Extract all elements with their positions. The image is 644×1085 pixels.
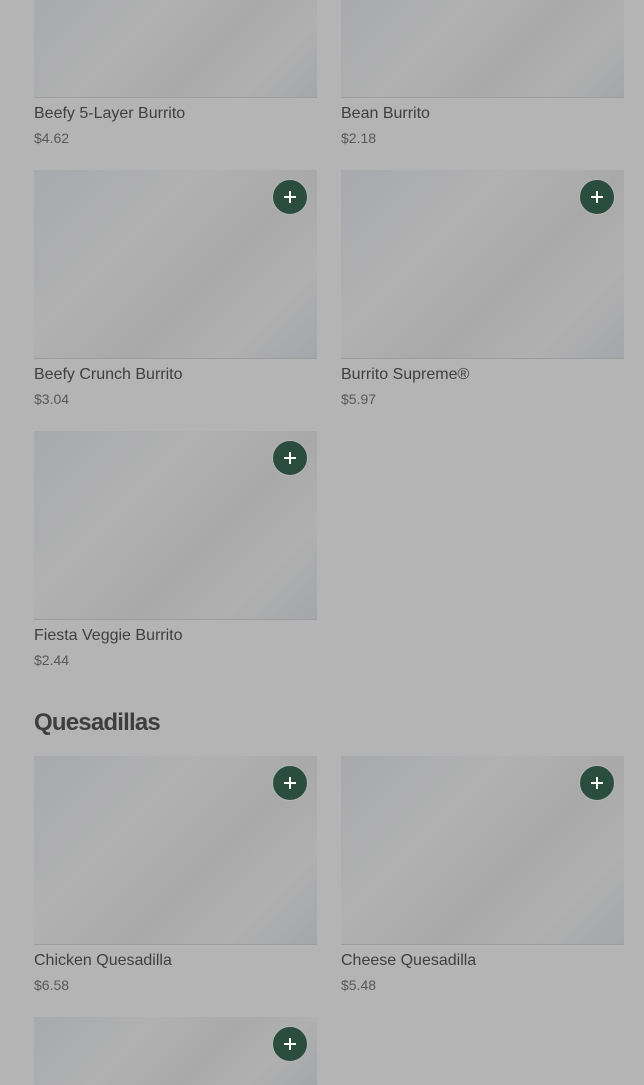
plus-icon [284,191,296,203]
item-price: $6.58 [34,977,70,993]
plus-icon [284,777,296,789]
item-image[interactable] [34,431,317,620]
item-name: Beefy 5-Layer Burrito [34,105,186,122]
add-to-cart-button[interactable] [272,765,308,801]
item-name: Chicken Quesadilla [34,952,172,969]
item-name: Bean Burrito [341,105,430,122]
item-name: Fiesta Veggie Burrito [34,627,183,644]
item-price: $5.48 [341,977,377,993]
item-image[interactable] [341,0,624,98]
item-image[interactable] [34,170,317,359]
add-to-cart-button[interactable] [272,440,308,476]
plus-icon [284,452,296,464]
item-name: Beefy Crunch Burrito [34,366,183,383]
add-to-cart-button[interactable] [272,179,308,215]
item-price: $4.62 [34,130,70,146]
menu-item-card[interactable]: Burrito Supreme® $5.97 [341,170,624,407]
plus-icon [284,1038,296,1050]
item-price: $5.97 [341,391,377,407]
item-price: $2.44 [34,652,70,668]
add-to-cart-button[interactable] [272,1026,308,1062]
menu-item-card[interactable]: Beefy 5-Layer Burrito $4.62 [34,0,317,146]
item-price: $3.04 [34,391,70,407]
menu-item-card[interactable]: Fiesta Veggie Burrito $2.44 [34,431,317,668]
add-to-cart-button[interactable] [579,179,615,215]
section-title-quesadillas: Quesadillas [34,709,161,736]
menu-page: Beefy 5-Layer Burrito $4.62 Bean Burrito… [0,0,644,1085]
item-price: $2.18 [341,130,377,146]
menu-item-card[interactable]: Chicken Quesadilla $6.58 [34,756,317,993]
item-name: Burrito Supreme® [341,366,470,383]
item-image[interactable] [34,756,317,945]
menu-item-card[interactable]: Bean Burrito $2.18 [341,0,624,146]
item-image[interactable] [34,0,317,98]
plus-icon [591,777,603,789]
item-name: Cheese Quesadilla [341,952,477,969]
plus-icon [591,191,603,203]
add-to-cart-button[interactable] [579,765,615,801]
item-image[interactable] [341,756,624,945]
item-image[interactable] [34,1017,317,1085]
menu-item-card[interactable]: Beefy Crunch Burrito $3.04 [34,170,317,407]
menu-item-card[interactable]: Cheese Quesadilla $5.48 [341,756,624,993]
menu-item-card[interactable] [34,1017,317,1085]
item-image[interactable] [341,170,624,359]
